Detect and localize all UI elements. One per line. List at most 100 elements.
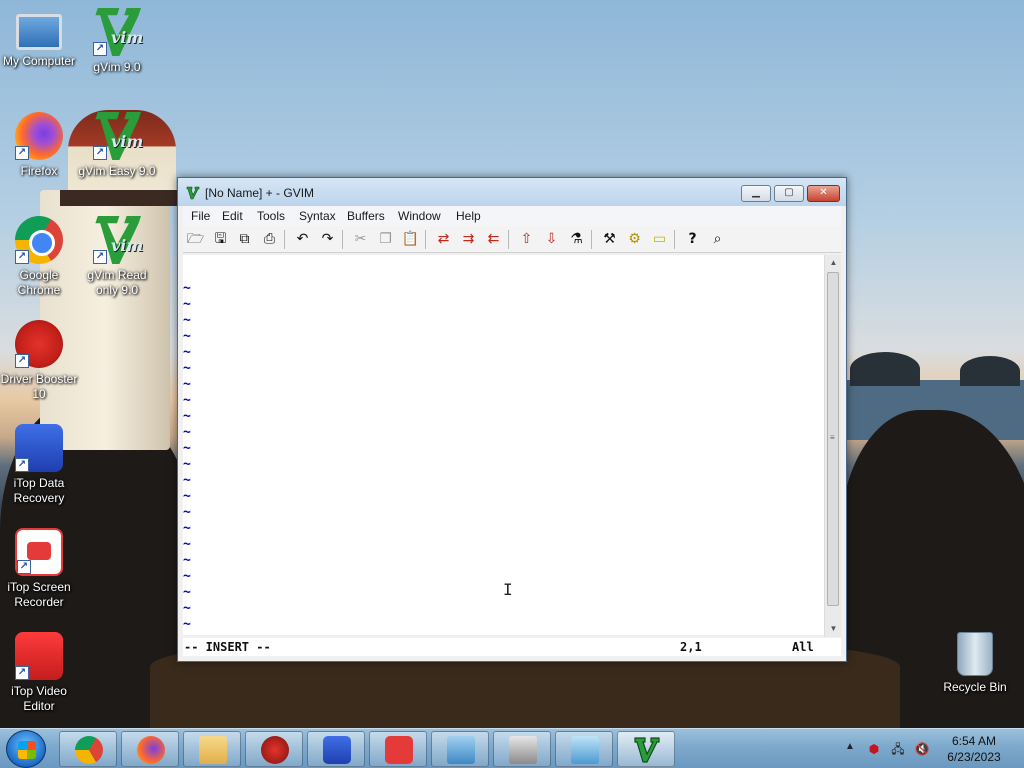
menu-window[interactable]: Window <box>398 209 441 223</box>
paste-icon[interactable]: 📋 <box>401 230 420 249</box>
desktop-icon-label: gVim 9.0 <box>93 60 141 74</box>
toolbar-separator <box>591 230 592 249</box>
desktop-icon-gvim-easy[interactable]: vim ↗ gVim Easy 9.0 <box>75 112 159 179</box>
desktop-icon-driver-booster[interactable]: ↗ Driver Booster 10 <box>0 320 81 402</box>
menu-syntax[interactable]: Syntax <box>299 209 336 223</box>
window-title: [No Name] + - GVIM <box>205 186 315 200</box>
vertical-scrollbar[interactable]: ▲ ≡ ▼ <box>824 255 841 637</box>
text-editor-area[interactable]: ~ ~ ~ ~ ~ ~ ~ ~ ~ ~ ~ ~ ~ ~ ~ ~ ~ ~ ~ ~ ~ ~ <box>183 255 824 635</box>
minimize-button[interactable]: ▁ <box>741 185 771 202</box>
redo-icon[interactable]: ↷ <box>318 230 337 249</box>
window-titlebar[interactable]: [No Name] + - GVIM ▁ ▢ ✕ <box>178 178 846 206</box>
printer-icon <box>509 736 537 764</box>
run-script-icon[interactable]: ⚗ <box>567 230 586 249</box>
show-hidden-icons-button[interactable]: ▲ <box>845 741 855 752</box>
mode-indicator: -- INSERT -- <box>184 640 271 654</box>
help-icon[interactable]: ? <box>683 230 702 249</box>
undo-icon[interactable]: ↶ <box>293 230 312 249</box>
scroll-down-arrow-icon[interactable]: ▼ <box>825 621 842 636</box>
menu-tools[interactable]: Tools <box>257 209 285 223</box>
taskbar-control-panel[interactable] <box>431 731 489 767</box>
wallpaper-lighthouse-gallery <box>60 190 184 206</box>
start-button[interactable] <box>6 730 46 768</box>
find-prev-icon[interactable]: ⇇ <box>484 230 503 249</box>
menu-buffers[interactable]: Buffers <box>347 209 385 223</box>
shortcut-arrow-icon: ↗ <box>15 250 29 264</box>
desktop-icon-itop-data-recovery[interactable]: ↗ iTop Data Recovery <box>0 424 81 506</box>
empty-line-tilde: ~ <box>183 329 191 344</box>
itop-data-recovery-icon: ↗ <box>15 424 63 472</box>
taskbar-mail[interactable] <box>555 731 613 767</box>
desktop-icon-firefox[interactable]: ↗ Firefox <box>0 112 81 179</box>
shortcut-arrow-icon: ↗ <box>93 42 107 56</box>
empty-line-tilde: ~ <box>183 553 191 568</box>
control-panel-icon <box>447 736 475 764</box>
maximize-button[interactable]: ▢ <box>774 185 804 202</box>
taskbar-file-explorer[interactable] <box>183 731 241 767</box>
copy-icon[interactable]: ❐ <box>376 230 395 249</box>
desktop-icon-google-chrome[interactable]: ↗ Google Chrome <box>0 216 81 298</box>
empty-line-tilde: ~ <box>183 409 191 424</box>
desktop-icon-label: My Computer <box>2 54 76 68</box>
desktop-icon-gvim[interactable]: vim ↗ gVim 9.0 <box>75 8 159 75</box>
network-tray-icon[interactable]: 🖧 <box>890 741 906 757</box>
make-icon[interactable]: ⚒ <box>600 230 619 249</box>
desktop-icon-recycle-bin[interactable]: Recycle Bin <box>933 632 1017 695</box>
cursor-position: 2,1 <box>680 640 702 654</box>
desktop-icon-label: iTop Screen Recorder <box>7 580 71 609</box>
cut-icon[interactable]: ✂ <box>351 230 370 249</box>
empty-line-tilde: ~ <box>183 313 191 328</box>
windows-logo-icon <box>18 741 36 759</box>
taskbar-gvim[interactable] <box>617 731 675 767</box>
scroll-up-arrow-icon[interactable]: ▲ <box>825 255 842 270</box>
empty-line-tilde: ~ <box>183 361 191 376</box>
save-session-icon[interactable]: ⇩ <box>542 230 561 249</box>
computer-icon <box>16 14 62 50</box>
save-all-icon[interactable]: ⧉ <box>235 230 254 249</box>
desktop-icon-my-computer[interactable]: My Computer <box>0 8 81 69</box>
taskbar-firefox[interactable] <box>121 731 179 767</box>
empty-line-tilde: ~ <box>183 521 191 536</box>
taskbar-itop-data-recovery[interactable] <box>307 731 365 767</box>
itop-data-recovery-icon <box>323 736 351 764</box>
volume-muted-icon[interactable]: 🔇 <box>914 741 930 757</box>
menu-help[interactable]: Help <box>456 209 481 223</box>
empty-line-tilde: ~ <box>183 457 191 472</box>
toolbar: 🗁 🖫 ⧉ ⎙ ↶ ↷ ✂ ❐ 📋 ⇄ ⇉ ⇇ ⇧ ⇩ ⚗ ⚒ ⚙ ▭ ? ⌕ <box>183 226 841 253</box>
open-icon[interactable]: 🗁 <box>186 230 205 249</box>
print-icon[interactable]: ⎙ <box>260 230 279 249</box>
empty-line-tilde: ~ <box>183 585 191 600</box>
itop-screen-recorder-icon: ↗ <box>15 528 63 576</box>
find-help-icon[interactable]: ⌕ <box>708 230 727 249</box>
empty-line-tilde: ~ <box>183 601 191 616</box>
menu-edit[interactable]: Edit <box>222 209 243 223</box>
desktop-icon-label: gVim Read only 9.0 <box>87 268 147 297</box>
load-session-icon[interactable]: ⇧ <box>517 230 536 249</box>
desktop-icon-itop-video-editor[interactable]: ↗ iTop Video Editor <box>0 632 81 714</box>
empty-line-tilde: ~ <box>183 441 191 456</box>
taskbar-chrome[interactable] <box>59 731 117 767</box>
taskbar-printer[interactable] <box>493 731 551 767</box>
taskbar-itop-screen-recorder[interactable] <box>369 731 427 767</box>
vim-icon: vim ↗ <box>93 8 143 56</box>
menu-file[interactable]: File <box>191 209 210 223</box>
chrome-icon: ↗ <box>15 216 63 264</box>
scrollbar-thumb[interactable]: ≡ <box>827 272 839 606</box>
shortcut-arrow-icon: ↗ <box>15 146 29 160</box>
taskbar-driver-booster[interactable] <box>245 731 303 767</box>
empty-line-tilde: ~ <box>183 425 191 440</box>
jump-tag-icon[interactable]: ▭ <box>650 230 669 249</box>
save-icon[interactable]: 🖫 <box>211 230 230 249</box>
clock-time: 6:54 AM <box>951 734 997 748</box>
close-button[interactable]: ✕ <box>807 185 840 202</box>
clock[interactable]: 6:54 AM 6/23/2023 <box>938 733 1010 765</box>
find-next-icon[interactable]: ⇉ <box>459 230 478 249</box>
desktop-icon-itop-screen-recorder[interactable]: ↗ iTop Screen Recorder <box>0 528 81 610</box>
vim-icon <box>186 186 200 200</box>
desktop-icon-label: Driver Booster 10 <box>0 372 78 401</box>
security-tray-icon[interactable]: ⬢ <box>866 741 882 757</box>
desktop-icon-gvim-read-only[interactable]: vim ↗ gVim Read only 9.0 <box>75 216 159 298</box>
status-line: -- INSERT -- 2,1 All <box>183 638 841 656</box>
find-replace-icon[interactable]: ⇄ <box>434 230 453 249</box>
run-ctags-icon[interactable]: ⚙ <box>625 230 644 249</box>
